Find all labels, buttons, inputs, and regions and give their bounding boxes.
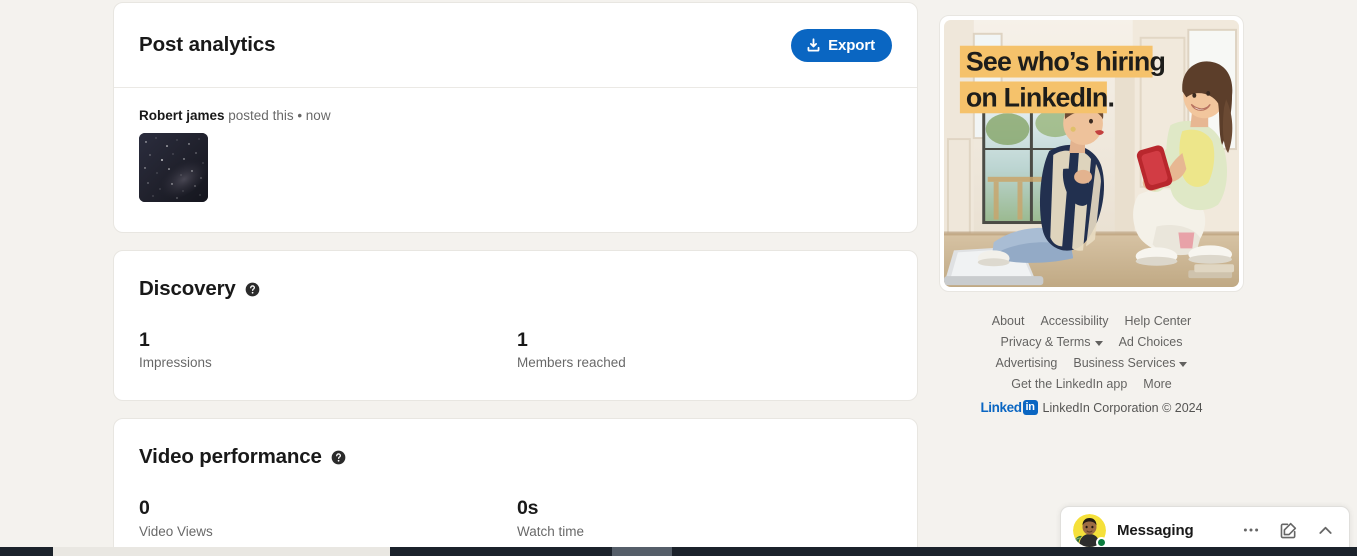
- copyright: Linked in LinkedIn Corporation © 2024: [939, 400, 1244, 415]
- footer-link-label: Advertising: [995, 356, 1058, 370]
- metric-impressions: 1 Impressions: [139, 329, 517, 370]
- post-analytics-header: Post analytics Export: [114, 3, 917, 88]
- metric-value: 1: [517, 329, 528, 351]
- footer-link-label: Get the LinkedIn app: [1011, 377, 1128, 391]
- metric-value: 0: [139, 497, 150, 520]
- sponsored-ad-card[interactable]: See who’s hiring on LinkedIn.: [939, 15, 1244, 292]
- post-author-name[interactable]: Robert james: [139, 108, 225, 123]
- linkedin-logo-word: Linked: [980, 400, 1022, 415]
- footer-link-business-services[interactable]: Business Services: [1073, 356, 1188, 370]
- export-button[interactable]: Export: [791, 28, 892, 62]
- footer-row: Advertising Business Services: [939, 356, 1244, 370]
- metric-label: Impressions: [139, 355, 212, 371]
- help-question-icon[interactable]: [245, 282, 260, 297]
- footer-link-label: More: [1143, 377, 1172, 391]
- discovery-metrics: 1 Impressions 1 Members reached: [139, 329, 892, 370]
- footer-link-label: Privacy & Terms: [1000, 335, 1091, 349]
- footer-row: Privacy & Terms Ad Choices: [939, 335, 1244, 349]
- footer-link-label: About: [991, 314, 1025, 328]
- download-icon: [806, 37, 821, 53]
- footer-link-label: Business Services: [1073, 356, 1176, 370]
- metric-label: Watch time: [517, 523, 585, 539]
- post-thumbnail[interactable]: [139, 133, 208, 202]
- svg-text:on LinkedIn.: on LinkedIn.: [966, 82, 1114, 112]
- post-analytics-body: Robert james posted this • now: [114, 88, 917, 232]
- chevron-down-icon: [1179, 361, 1188, 367]
- ad-image: See who’s hiring on LinkedIn.: [944, 20, 1239, 287]
- messaging-title: Messaging: [1117, 521, 1194, 539]
- footer-link-help-center[interactable]: Help Center: [1125, 314, 1192, 328]
- page-title: Post analytics: [139, 33, 276, 56]
- discovery-card: Discovery 1 Impressions 1 Members reache: [113, 250, 918, 402]
- chevron-up-icon[interactable]: [1314, 519, 1336, 541]
- site-footer: About Accessibility Help Center Privacy …: [939, 314, 1244, 415]
- footer-link-label: Help Center: [1124, 314, 1192, 328]
- footer-link-accessibility[interactable]: Accessibility: [1040, 314, 1108, 328]
- discovery-header: Discovery: [139, 277, 892, 301]
- sidebar-column: See who’s hiring on LinkedIn. About Acce…: [939, 15, 1244, 415]
- metric-value: 0s: [517, 497, 539, 520]
- main-column: Post analytics Export Robert james poste…: [113, 0, 918, 556]
- footer-link-about[interactable]: About: [992, 314, 1025, 328]
- svg-text:See who’s hiring: See who’s hiring: [966, 47, 1165, 77]
- video-performance-card: Video performance 0 Video Views 0s Watch: [113, 418, 918, 556]
- video-performance-metrics: 0 Video Views 0s Watch time: [139, 497, 892, 538]
- metric-watch-time: 0s Watch time: [517, 497, 895, 538]
- footer-link-advertising[interactable]: Advertising: [996, 356, 1058, 370]
- metric-label: Members reached: [517, 355, 626, 371]
- export-button-label: Export: [828, 36, 875, 54]
- metric-video-views: 0 Video Views: [139, 497, 517, 538]
- video-performance-title: Video performance: [139, 445, 322, 469]
- online-status-indicator: [1096, 536, 1107, 548]
- footer-link-more[interactable]: More: [1143, 377, 1171, 391]
- footer-link-label: Accessibility: [1040, 314, 1109, 328]
- horizontal-scrollbar[interactable]: [0, 547, 1357, 556]
- messaging-actions: [1240, 519, 1336, 541]
- post-meta-suffix: posted this • now: [224, 108, 331, 123]
- scrollbar-thumb[interactable]: [612, 547, 672, 556]
- metric-value: 1: [139, 329, 150, 351]
- scrollbar-thumb-light[interactable]: [53, 547, 390, 556]
- compose-message-icon[interactable]: [1277, 519, 1299, 541]
- linkedin-logo: Linked in: [980, 400, 1038, 415]
- more-options-icon[interactable]: [1240, 519, 1262, 541]
- footer-link-ad-choices[interactable]: Ad Choices: [1119, 335, 1183, 349]
- help-question-icon[interactable]: [331, 450, 346, 465]
- footer-link-label: Ad Choices: [1118, 335, 1183, 349]
- footer-link-get-app[interactable]: Get the LinkedIn app: [1011, 377, 1127, 391]
- chevron-down-icon: [1094, 340, 1103, 346]
- avatar[interactable]: [1073, 513, 1107, 548]
- metric-label: Video Views: [139, 523, 213, 539]
- copyright-text: LinkedIn Corporation © 2024: [1042, 400, 1203, 415]
- linkedin-post-analytics-page: Post analytics Export Robert james poste…: [0, 0, 1357, 556]
- discovery-title: Discovery: [139, 277, 236, 300]
- video-performance-header: Video performance: [139, 445, 892, 469]
- post-analytics-card: Post analytics Export Robert james poste…: [113, 2, 918, 233]
- footer-row: About Accessibility Help Center: [939, 314, 1244, 328]
- metric-members-reached: 1 Members reached: [517, 329, 895, 370]
- footer-row: Get the LinkedIn app More: [939, 377, 1244, 391]
- linkedin-logo-box: in: [1022, 400, 1038, 415]
- post-meta: Robert james posted this • now: [139, 108, 892, 123]
- footer-link-privacy-terms[interactable]: Privacy & Terms: [1000, 335, 1103, 349]
